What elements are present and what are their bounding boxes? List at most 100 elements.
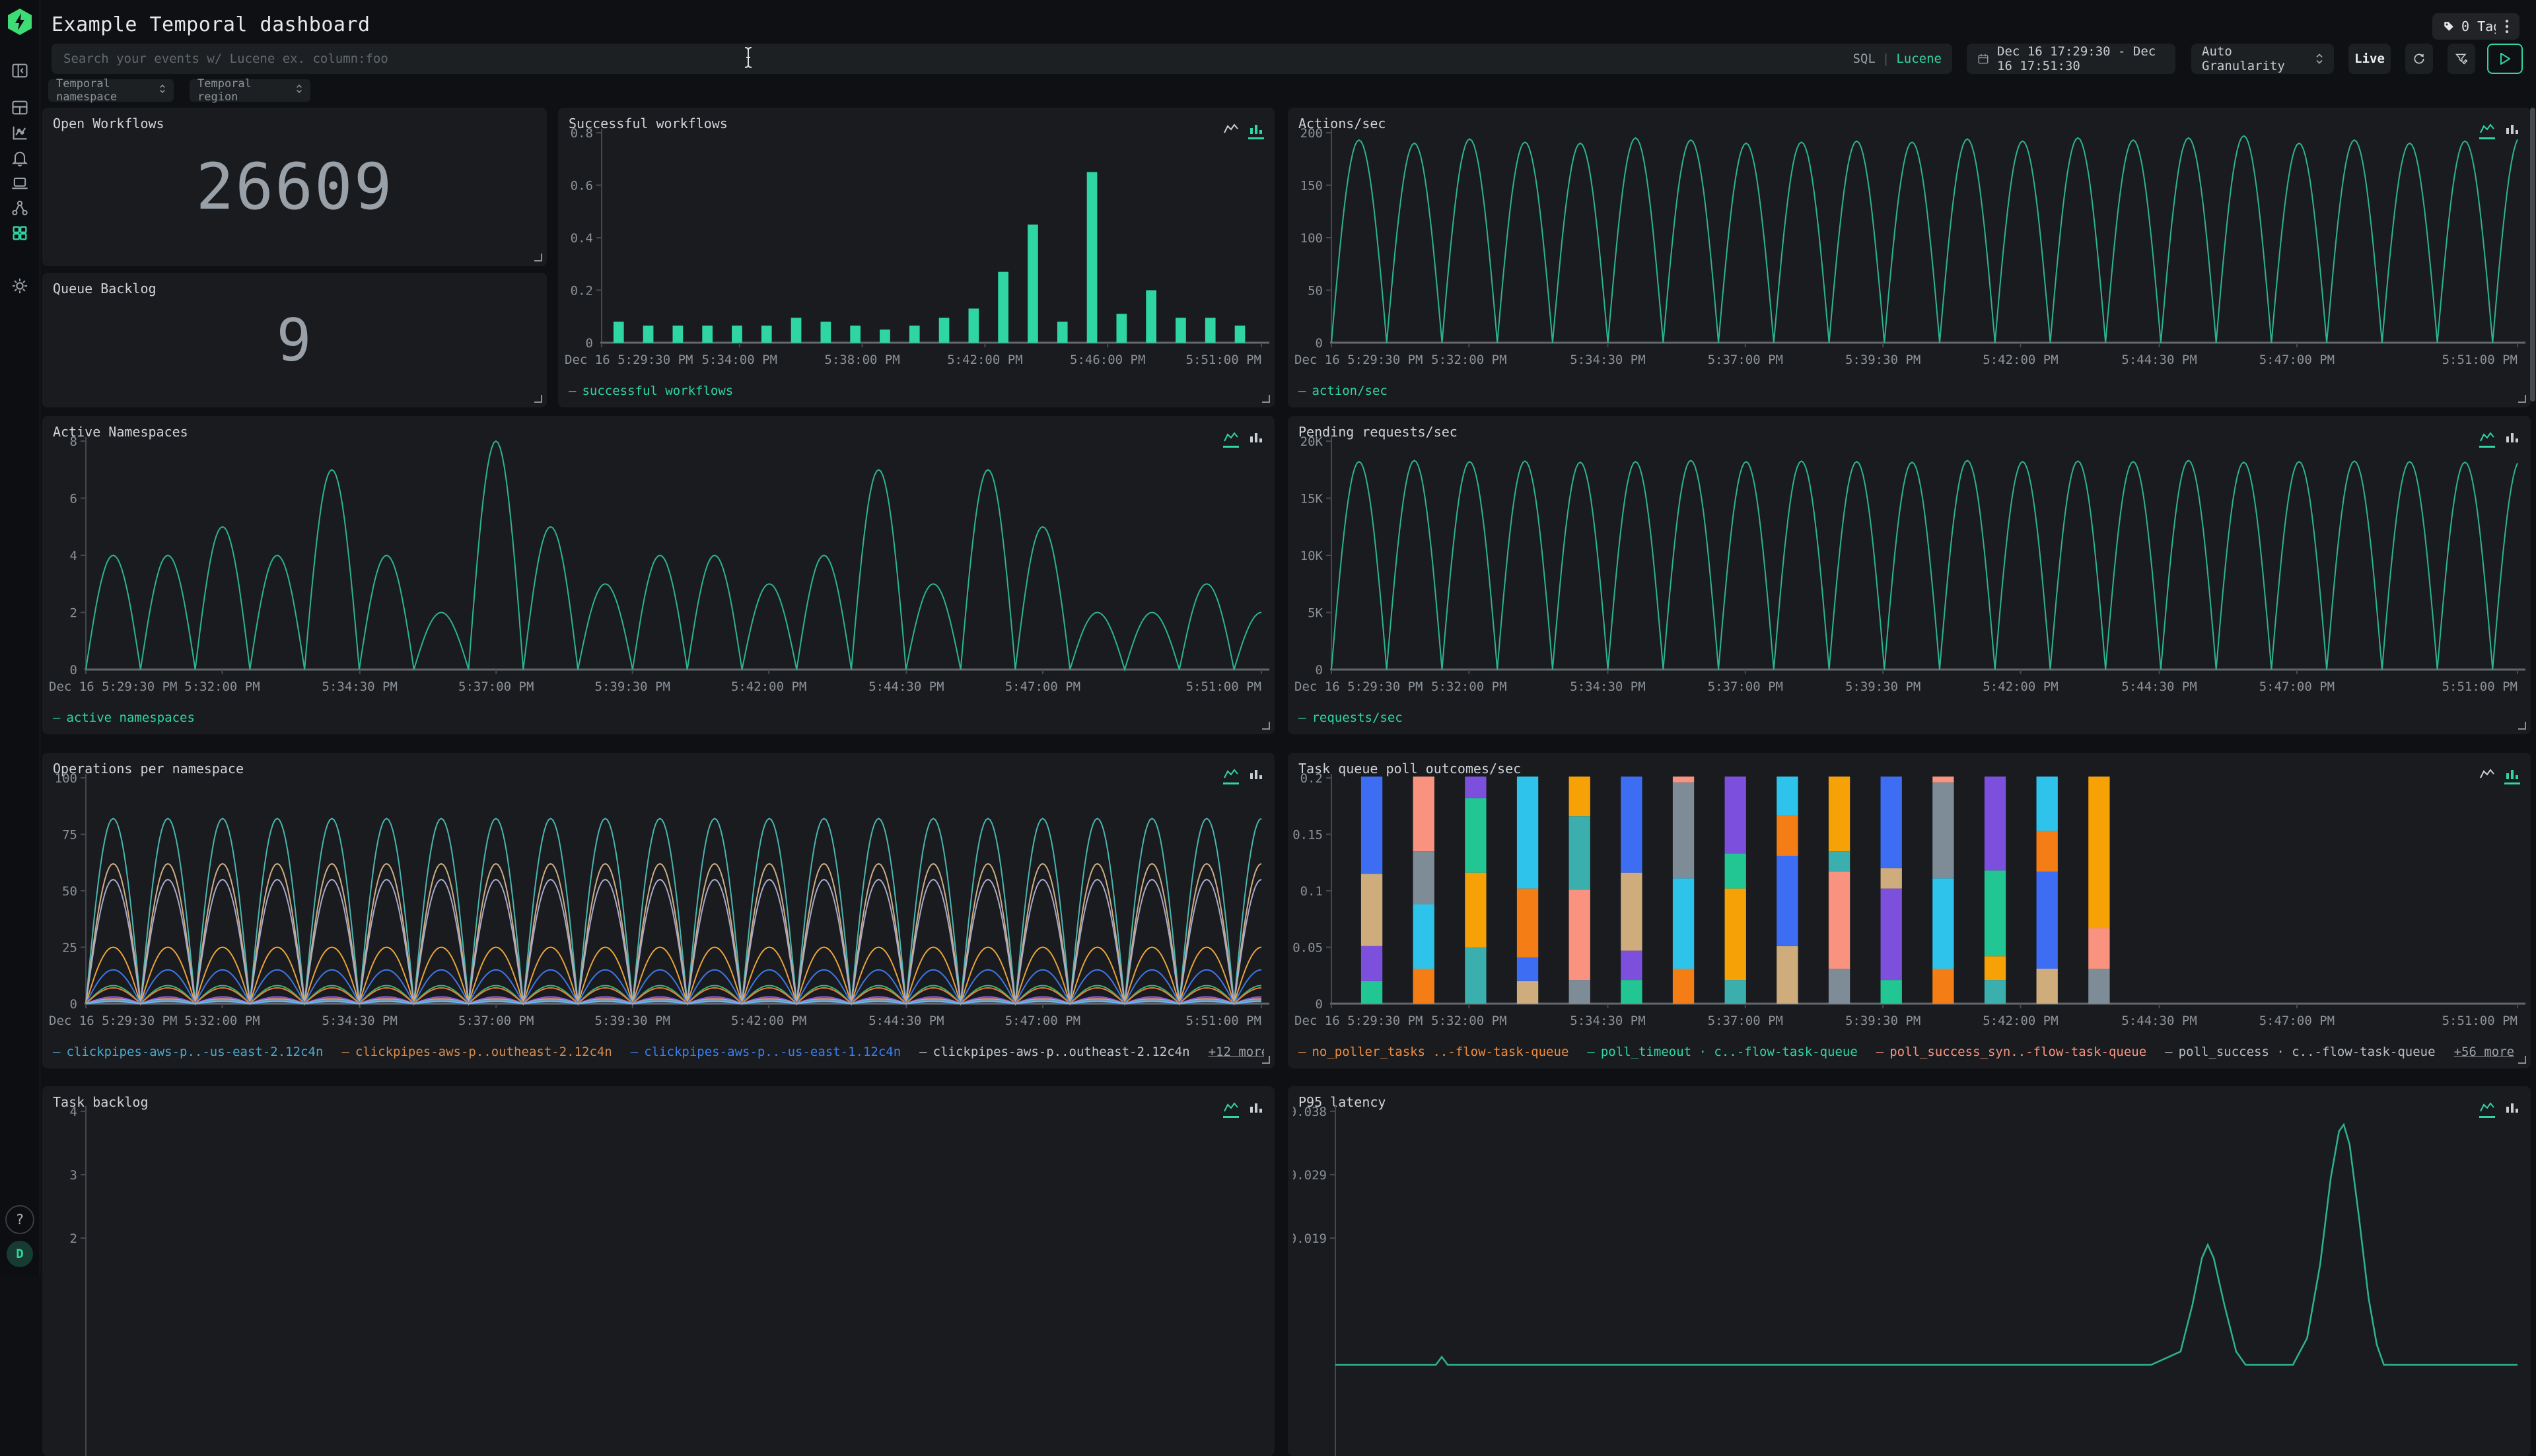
granularity-select[interactable]: Auto Granularity	[2191, 44, 2334, 74]
legend-item: —poll_success · c..-flow-task-queue	[2165, 1045, 2435, 1059]
resize-handle[interactable]	[534, 254, 542, 261]
svg-text:0.038: 0.038	[1293, 1105, 1327, 1119]
date-range-picker[interactable]: Dec 16 17:29:30 - Dec 16 17:51:30	[1967, 44, 2175, 74]
svg-text:Dec 16 5:29:30 PM: Dec 16 5:29:30 PM	[1294, 679, 1423, 694]
successful-workflows-chart: 00.20.40.60.8Dec 16 5:29:30 PM5:34:00 PM…	[563, 123, 1269, 370]
svg-text:5:34:00 PM: 5:34:00 PM	[702, 353, 777, 367]
panel-p95-latency: P95 latency 0.0380.0290.019	[1288, 1086, 2531, 1456]
resize-handle[interactable]	[1262, 722, 1270, 730]
svg-text:5:46:00 PM: 5:46:00 PM	[1070, 353, 1145, 367]
analytics-nav-icon[interactable]	[10, 123, 30, 143]
page-title: Example Temporal dashboard	[52, 13, 370, 36]
hosts-laptop-icon[interactable]	[10, 173, 30, 193]
svg-text:50: 50	[1308, 284, 1323, 298]
resize-handle[interactable]	[1262, 395, 1270, 403]
chevron-up-down-icon	[2315, 53, 2323, 65]
svg-text:5:51:00 PM: 5:51:00 PM	[2442, 679, 2518, 694]
legend-item: —clickpipes-aws-p..-us-east-2.12c4n	[53, 1045, 323, 1059]
mode-sql-label[interactable]: SQL	[1853, 52, 1876, 66]
svg-text:5:47:00 PM: 5:47:00 PM	[1005, 679, 1080, 694]
stat-value: 26609	[42, 108, 547, 266]
svg-text:5:34:30 PM: 5:34:30 PM	[1570, 353, 1645, 367]
text-cursor	[742, 46, 754, 71]
svg-text:4: 4	[70, 549, 77, 563]
legend-more-link[interactable]: +12 more	[1209, 1045, 1264, 1059]
operations-per-namespace-chart: 0255075100Dec 16 5:29:30 PM5:32:00 PM5:3…	[48, 769, 1269, 1031]
vertical-scrollbar[interactable]	[2530, 108, 2535, 401]
svg-text:5:51:00 PM: 5:51:00 PM	[1186, 353, 1261, 367]
svg-text:3: 3	[70, 1168, 77, 1183]
svg-text:5:32:00 PM: 5:32:00 PM	[1431, 679, 1506, 694]
refresh-button[interactable]	[2405, 44, 2433, 74]
filter-edit-icon	[2455, 52, 2468, 65]
legend-item: —no_poller_tasks ..-flow-task-queue	[1298, 1045, 1568, 1059]
svg-text:5:44:30 PM: 5:44:30 PM	[868, 679, 944, 694]
dashboards-nav-icon[interactable]	[10, 223, 30, 243]
svg-text:0.4: 0.4	[571, 231, 593, 246]
filter-chip-temporal-region[interactable]: Temporal region	[190, 79, 310, 102]
resize-handle[interactable]	[534, 395, 542, 403]
svg-text:5:47:00 PM: 5:47:00 PM	[1005, 1014, 1080, 1028]
filter-button[interactable]	[2448, 44, 2475, 74]
svg-text:0.05: 0.05	[1293, 941, 1323, 955]
svg-text:5:44:30 PM: 5:44:30 PM	[868, 1014, 944, 1028]
app-logo-icon[interactable]	[7, 8, 33, 36]
svg-text:8: 8	[70, 434, 77, 449]
live-button[interactable]: Live	[2348, 44, 2391, 74]
settings-gear-icon[interactable]	[10, 276, 30, 296]
mode-separator: |	[1882, 52, 1889, 66]
alerts-bell-icon[interactable]	[10, 148, 30, 168]
resize-handle[interactable]	[2518, 722, 2526, 730]
svg-text:0.029: 0.029	[1293, 1168, 1327, 1183]
svg-text:5:37:00 PM: 5:37:00 PM	[1708, 353, 1783, 367]
svg-text:5:51:00 PM: 5:51:00 PM	[1186, 1014, 1261, 1028]
filter-chip-temporal-namespace[interactable]: Temporal namespace	[48, 79, 174, 102]
resize-handle[interactable]	[1262, 1056, 1270, 1064]
svg-text:5:32:00 PM: 5:32:00 PM	[1431, 1014, 1506, 1028]
run-query-button[interactable]	[2487, 44, 2523, 74]
more-menu-button[interactable]	[2496, 13, 2518, 40]
svg-text:5:44:30 PM: 5:44:30 PM	[2121, 353, 2197, 367]
tables-nav-icon[interactable]	[10, 98, 30, 118]
svg-text:2: 2	[70, 606, 77, 621]
svg-text:5:34:30 PM: 5:34:30 PM	[1570, 1014, 1645, 1028]
svg-text:10K: 10K	[1300, 549, 1323, 563]
help-button[interactable]: ?	[5, 1205, 34, 1234]
legend-more-link[interactable]: +56 more	[2454, 1045, 2515, 1059]
mode-lucene-label[interactable]: Lucene	[1896, 52, 1942, 66]
kebab-icon	[2505, 18, 2509, 34]
svg-text:5:39:30 PM: 5:39:30 PM	[1845, 679, 1920, 694]
svg-text:0.019: 0.019	[1293, 1231, 1327, 1246]
svg-text:0.2: 0.2	[571, 284, 593, 298]
panel-active-namespaces: Active Namespaces 02468Dec 16 5:29:30 PM…	[42, 416, 1275, 734]
svg-text:5:32:00 PM: 5:32:00 PM	[1431, 353, 1506, 367]
chart-legend: —action/sec	[1298, 384, 2520, 398]
play-icon	[2500, 53, 2510, 65]
collapse-sidebar-icon[interactable]	[10, 61, 30, 81]
resize-handle[interactable]	[2518, 395, 2526, 403]
svg-text:75: 75	[62, 828, 77, 843]
svg-text:5:42:00 PM: 5:42:00 PM	[731, 1014, 806, 1028]
svg-text:5:42:00 PM: 5:42:00 PM	[947, 353, 1022, 367]
legend-item: —poll_success_syn..-flow-task-queue	[1876, 1045, 2146, 1059]
active-namespaces-chart: 02468Dec 16 5:29:30 PM5:32:00 PM5:34:30 …	[48, 432, 1269, 697]
user-avatar[interactable]: D	[7, 1241, 33, 1267]
topology-nodes-icon[interactable]	[10, 198, 30, 218]
search-bar: SQL | Lucene	[52, 44, 1952, 74]
sidebar: ? D	[0, 0, 40, 1276]
svg-text:100: 100	[55, 771, 77, 786]
legend-item: —clickpipes-aws-p..outheast-2.12c4n	[341, 1045, 612, 1059]
svg-text:0.6: 0.6	[571, 179, 593, 193]
svg-text:15K: 15K	[1300, 492, 1323, 506]
query-mode-toggle[interactable]: SQL | Lucene	[1853, 44, 1942, 74]
resize-handle[interactable]	[2518, 1056, 2526, 1064]
chip-label: Temporal region	[197, 77, 287, 104]
legend-item: —active namespaces	[53, 711, 195, 725]
pending-requests-chart: 05K10K15K20KDec 16 5:29:30 PM5:32:00 PM5…	[1293, 432, 2525, 697]
svg-text:Dec 16 5:29:30 PM: Dec 16 5:29:30 PM	[49, 679, 177, 694]
svg-text:200: 200	[1300, 126, 1323, 141]
task-backlog-chart: 432	[48, 1102, 1269, 1456]
svg-text:5:34:30 PM: 5:34:30 PM	[1570, 679, 1645, 694]
chart-legend: —requests/sec	[1298, 711, 2520, 725]
search-input[interactable]	[52, 44, 1952, 74]
